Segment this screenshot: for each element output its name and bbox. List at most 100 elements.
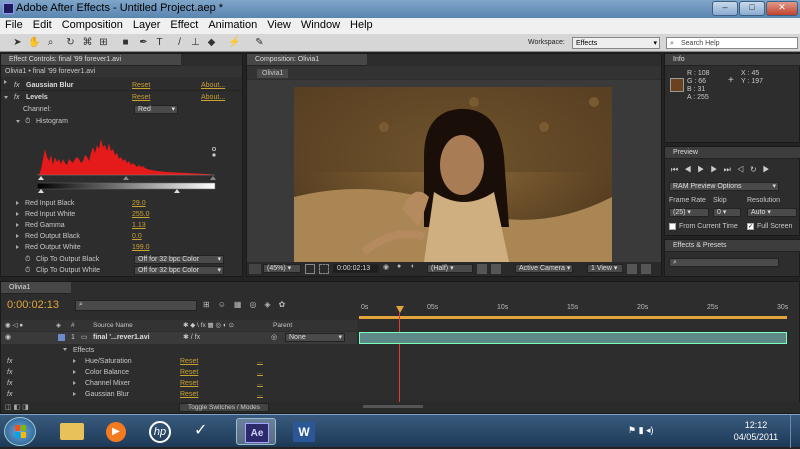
pen-tool-icon[interactable]: ✒ (138, 37, 149, 48)
options-link[interactable]: ... (257, 389, 263, 400)
frame-rate-dropdown[interactable]: (25) ▾ (669, 208, 709, 217)
expand-triangle-icon[interactable] (16, 223, 19, 227)
stopwatch-icon[interactable]: ⏱ (25, 265, 30, 276)
rotate-tool-icon[interactable]: ↻ (65, 37, 76, 48)
preview-resolution-dropdown[interactable]: Auto ▾ (747, 208, 797, 217)
menu-file[interactable]: File (0, 18, 28, 31)
eraser-tool-icon[interactable]: ◆ (206, 37, 217, 48)
reset-link[interactable]: Reset (180, 356, 198, 367)
fx-icon[interactable]: fx (7, 356, 12, 367)
tab-effects-presets[interactable]: Effects & Presets (665, 240, 800, 252)
puppet-pin-tool-icon[interactable]: ✎ (254, 37, 265, 48)
time-ruler[interactable]: 0s 05s 10s 15s 20s 25s 30s (359, 304, 788, 316)
notification-area-icons[interactable]: ⚑ ▮ ◂) (628, 425, 654, 436)
param-value[interactable]: 255.0 (132, 209, 150, 220)
skip-dropdown[interactable]: 0 ▾ (713, 208, 741, 217)
start-button[interactable] (4, 417, 36, 446)
pan-behind-tool-icon[interactable]: ⊞ (98, 37, 109, 48)
label-color-icon[interactable] (58, 334, 65, 341)
toggle-switches-modes-button[interactable]: Toggle Switches / Modes (179, 403, 269, 412)
layer-row-1[interactable]: ◉ 1 ▭ final '...rever1.avi ✱ / fx ◎ None… (1, 332, 357, 344)
hp-taskbar-button[interactable]: hp (140, 418, 180, 445)
color-management-icon[interactable]: ◐ (411, 263, 415, 270)
about-link[interactable]: About... (201, 92, 225, 103)
fx-icon[interactable]: fx (14, 80, 19, 91)
transparency-grid-icon[interactable] (477, 264, 487, 274)
shy-icon[interactable]: ☺ (218, 300, 234, 309)
timeline-effect-row[interactable]: fx Hue/Saturation Reset ... (1, 356, 357, 367)
current-time-display[interactable]: 0:00:02:13 (333, 264, 379, 273)
preview-options-dropdown[interactable]: RAM Preview Options ▾ (669, 182, 779, 191)
layer-switches-icons[interactable]: ✱ / fx (183, 332, 200, 344)
explorer-taskbar-button[interactable] (52, 418, 92, 445)
zoom-slider[interactable] (363, 405, 423, 408)
fast-previews-icon[interactable] (491, 264, 501, 274)
view-layout-dropdown[interactable]: 1 View ▾ (587, 264, 623, 273)
audio-icon[interactable]: ◁ (737, 165, 750, 174)
expand-triangle-icon[interactable] (16, 234, 19, 238)
tab-composition[interactable]: Composition: Olivia1 (247, 54, 367, 66)
effects-group-row[interactable]: Effects (1, 345, 357, 356)
expand-triangle-icon[interactable] (73, 392, 76, 396)
menu-animation[interactable]: Animation (203, 18, 262, 31)
menu-layer[interactable]: Layer (128, 18, 166, 31)
stopwatch-icon[interactable]: ⏱ (25, 116, 30, 127)
levels-histogram[interactable] (37, 129, 227, 195)
brainstorm-icon[interactable]: ✿ (279, 300, 294, 309)
expand-triangle-icon[interactable] (16, 212, 19, 216)
pickwhip-icon[interactable]: ◎ (271, 332, 277, 344)
tab-olivia1[interactable]: Olivia1 (257, 69, 289, 78)
show-desktop-button[interactable] (790, 415, 800, 448)
frame-blend-icon[interactable]: ▦ (234, 300, 250, 309)
expand-triangle-icon[interactable] (16, 201, 19, 205)
selection-tool-icon[interactable]: ➤ (12, 37, 23, 48)
menu-edit[interactable]: Edit (28, 18, 57, 31)
options-link[interactable]: ... (257, 356, 263, 367)
region-of-interest-icon[interactable] (319, 264, 329, 274)
prev-frame-icon[interactable]: ◀ (684, 165, 697, 174)
collapse-triangle-icon[interactable] (4, 96, 8, 99)
from-current-time-checkbox[interactable] (669, 223, 676, 230)
effect-gaussian-blur[interactable]: fx Gaussian Blur Reset About... (1, 80, 241, 91)
system-clock[interactable]: 12:12 04/05/2011 (728, 419, 784, 443)
stopwatch-icon[interactable]: ⏱ (25, 254, 30, 265)
effects-search-field[interactable]: ⌕ (669, 258, 779, 267)
comp-mini-flowchart-icon[interactable]: ⊞ (203, 300, 218, 309)
parent-header[interactable]: Parent (273, 320, 292, 331)
play-icon[interactable]: ▶ (697, 165, 710, 174)
app-taskbar-button[interactable]: ✓ (186, 418, 226, 445)
workspace-dropdown[interactable]: Effects ▾ (572, 37, 660, 49)
close-button[interactable]: ✕ (766, 1, 798, 16)
playhead-icon[interactable] (396, 306, 404, 313)
timeline-effect-row[interactable]: fx Channel Mixer Reset ... (1, 378, 357, 389)
roto-brush-tool-icon[interactable]: ⚡ (228, 37, 240, 48)
after-effects-taskbar-button[interactable]: Ae (236, 418, 276, 445)
menu-composition[interactable]: Composition (57, 18, 128, 31)
menu-window[interactable]: Window (296, 18, 345, 31)
fx-icon[interactable]: fx (7, 367, 12, 378)
media-player-taskbar-button[interactable]: ▶ (96, 418, 136, 445)
search-help-field[interactable]: ⌕ Search Help (666, 37, 798, 49)
channel-dropdown[interactable]: Red ▾ (134, 105, 178, 114)
video-eye-icon[interactable]: ◉ (5, 332, 11, 344)
brush-tool-icon[interactable]: / (174, 37, 185, 48)
loop-icon[interactable]: ↻ (750, 165, 763, 174)
safe-margins-icon[interactable] (305, 264, 315, 274)
expand-triangle-icon[interactable] (73, 381, 76, 385)
source-name-header[interactable]: Source Name (93, 320, 133, 331)
parent-dropdown[interactable]: None ▾ (285, 333, 345, 342)
options-link[interactable]: ... (257, 367, 263, 378)
timeline-search-field[interactable]: ⌕ (75, 300, 197, 311)
clip-black-dropdown[interactable]: Off for 32 bpc Color ▾ (134, 255, 224, 264)
magnification-dropdown[interactable]: (45%) ▾ (263, 264, 301, 273)
tab-info[interactable]: Info (665, 54, 800, 66)
reset-link[interactable]: Reset (180, 367, 198, 378)
timeline-timecode[interactable]: 0:00:02:13 (7, 299, 59, 311)
param-value[interactable]: 199.0 (132, 242, 150, 253)
tab-preview[interactable]: Preview (665, 147, 800, 159)
full-screen-checkbox[interactable]: ✓ (747, 223, 754, 230)
ram-preview-icon[interactable]: ▶ (763, 165, 776, 174)
work-area-bar[interactable] (359, 316, 787, 319)
reset-link[interactable]: Reset (132, 92, 150, 103)
layer-name[interactable]: final '...rever1.avi (93, 332, 150, 344)
